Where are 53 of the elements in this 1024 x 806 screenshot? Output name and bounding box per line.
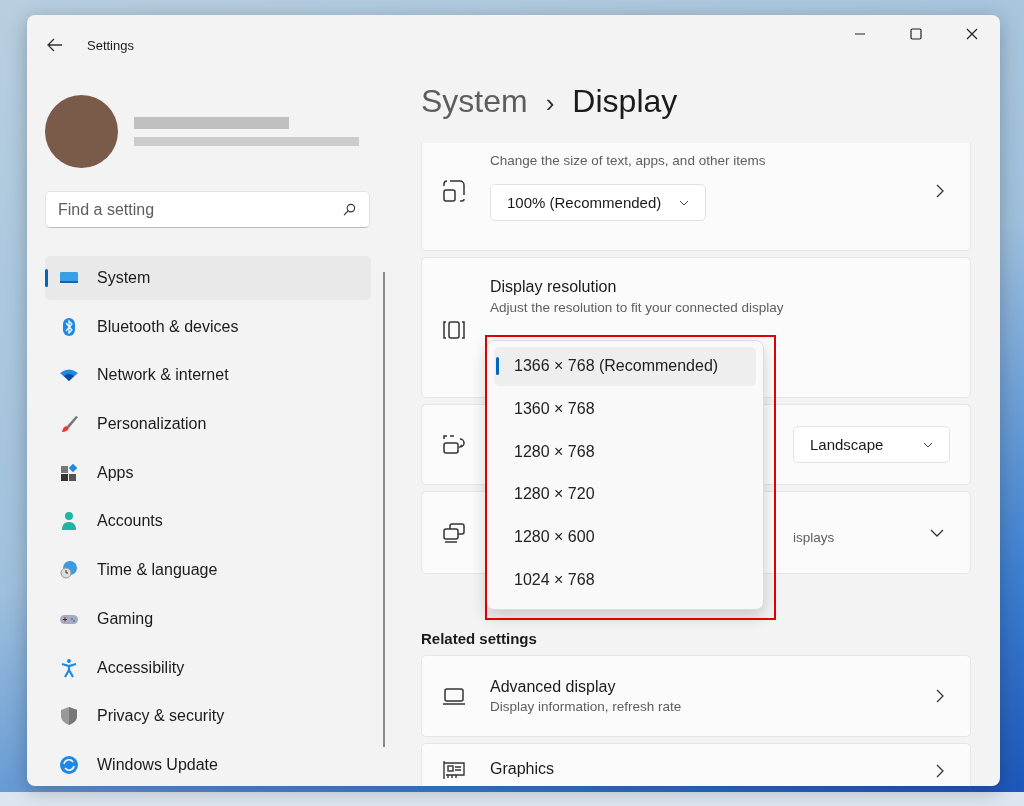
related-setting-link[interactable]: Graphics [421, 743, 971, 786]
orientation-dropdown[interactable]: Landscape [793, 426, 950, 463]
resolution-option[interactable]: 1280 × 768 [494, 432, 756, 471]
graphics-card-icon [442, 758, 466, 782]
sidebar-item[interactable]: Windows Update [45, 742, 371, 786]
sidebar-item[interactable]: Bluetooth & devices [45, 304, 371, 349]
resolution-option[interactable]: 1366 × 768 (Recommended) [494, 347, 756, 386]
scale-frame-icon [442, 179, 466, 203]
shield-icon [59, 706, 79, 727]
setting-description: isplays [793, 530, 836, 545]
search-icon [343, 203, 356, 216]
close-icon[interactable] [966, 28, 978, 40]
window-title: Settings [87, 37, 134, 53]
sidebar-item[interactable]: Network & internet [45, 353, 371, 398]
section-heading: Related settings [421, 630, 538, 647]
apps-grid-icon [59, 462, 79, 483]
chevron-right-icon[interactable] [936, 184, 944, 198]
rotate-screen-icon [442, 432, 466, 457]
chevron-right-icon [936, 764, 944, 778]
breadcrumb-separator: › [545, 88, 555, 119]
breadcrumb-parent[interactable]: System [421, 83, 528, 120]
setting-description: Adjust the resolution to fit your connected display [490, 300, 785, 315]
sidebar-item[interactable]: Time & language [45, 548, 371, 593]
chevron-down-icon[interactable] [930, 528, 944, 537]
resolution-option[interactable]: 1024 × 768 [494, 560, 756, 600]
globe-clock-icon [59, 560, 79, 581]
chevron-right-icon [936, 689, 944, 703]
resolution-option[interactable]: 1360 × 768 [494, 389, 756, 429]
maximize-icon[interactable] [910, 28, 922, 40]
refresh-icon [59, 754, 79, 775]
page-title: Display [572, 83, 678, 120]
resolution-option[interactable]: 1280 × 600 [494, 517, 756, 557]
sidebar-item[interactable]: Privacy & security [45, 694, 371, 739]
search-field[interactable]: Find a setting [45, 191, 370, 228]
setting-description: Change the size of text, apps, and other items [490, 153, 767, 168]
sidebar-item[interactable]: Accounts [45, 499, 371, 544]
paintbrush-icon [59, 414, 79, 435]
dual-monitor-icon [442, 520, 466, 545]
resolution-frame-icon [442, 318, 466, 342]
accessibility-icon [59, 657, 79, 678]
sidebar-item[interactable]: System [45, 256, 371, 300]
setting-title: Display resolution [490, 278, 618, 296]
sidebar-item[interactable]: Gaming [45, 596, 371, 641]
scale-dropdown[interactable]: 100% (Recommended) [490, 184, 707, 221]
person-icon [59, 511, 79, 532]
sidebar-item[interactable]: Personalization [45, 402, 371, 447]
related-setting-link[interactable]: Advanced display Display information, refresh rate [421, 655, 971, 737]
back-arrow-icon[interactable] [47, 38, 63, 52]
chevron-down-icon [679, 199, 690, 206]
sidebar-item[interactable]: Accessibility [45, 645, 371, 690]
resolution-option[interactable]: 1280 × 720 [494, 475, 756, 514]
chevron-down-icon [923, 441, 933, 448]
sidebar-item[interactable]: Apps [45, 450, 371, 495]
